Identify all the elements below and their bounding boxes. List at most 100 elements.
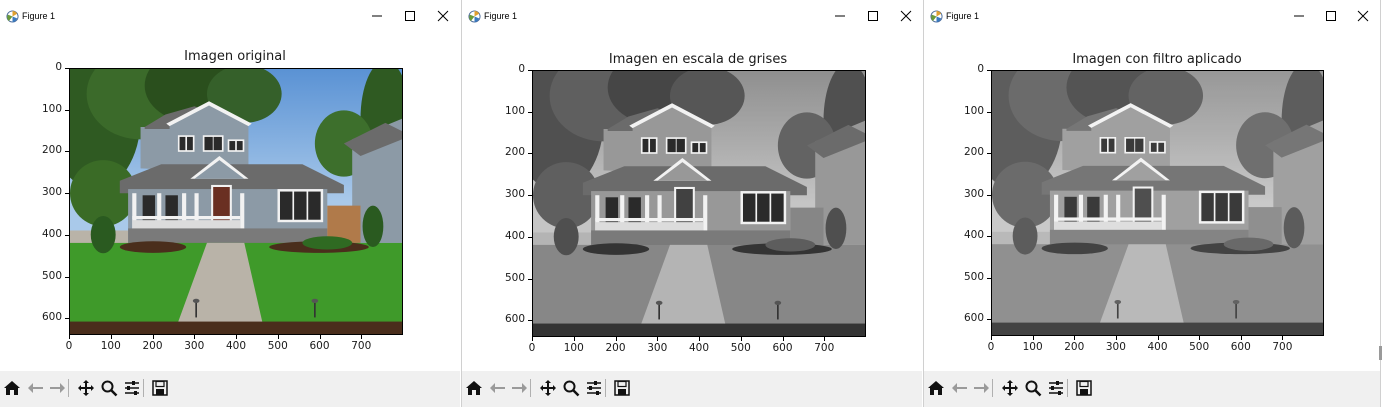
x-tick-label: 600: [309, 340, 330, 352]
zoom-button[interactable]: [560, 377, 582, 399]
close-button[interactable]: [426, 0, 460, 32]
x-tick-mark: [1074, 336, 1076, 340]
y-tick-mark: [987, 153, 991, 155]
zoom-icon: [1025, 380, 1042, 397]
minimize-button[interactable]: [1282, 0, 1316, 32]
navigation-toolbar: [462, 371, 922, 407]
zoom-button[interactable]: [98, 377, 120, 399]
y-tick-mark: [528, 236, 532, 238]
y-tick-label: 600: [963, 312, 984, 325]
x-tick-mark: [1199, 336, 1201, 340]
x-tick-label: 500: [1189, 341, 1210, 353]
pan-button[interactable]: [999, 377, 1021, 399]
maximize-icon: [868, 11, 878, 21]
x-tick-label: 0: [987, 341, 995, 353]
close-button[interactable]: [1346, 0, 1380, 32]
image-axes[interactable]: [991, 70, 1324, 336]
save-icon: [152, 380, 168, 396]
window-title: Figure 1: [946, 11, 980, 21]
x-tick-label: 400: [1147, 341, 1168, 353]
y-tick-label: 0: [55, 61, 62, 73]
x-tick-mark: [615, 337, 617, 341]
subplots-config-button[interactable]: [583, 377, 605, 399]
x-tick-label: 500: [730, 342, 751, 354]
save-button[interactable]: [149, 377, 171, 399]
back-arrow-button[interactable]: [25, 377, 47, 399]
maximize-button[interactable]: [393, 0, 427, 32]
toolbar-separator: [68, 379, 69, 397]
image-axes[interactable]: [532, 70, 866, 337]
x-tick-label: 300: [647, 342, 668, 354]
x-tick-label: 700: [814, 342, 835, 354]
y-tick-label: 400: [41, 227, 62, 240]
x-tick-mark: [69, 335, 70, 339]
x-tick-label: 200: [142, 340, 163, 352]
maximize-icon: [1326, 11, 1336, 21]
y-tick-mark: [65, 151, 69, 153]
forward-arrow-button[interactable]: [508, 377, 530, 399]
save-button[interactable]: [611, 377, 633, 399]
navigation-toolbar: [924, 371, 1380, 407]
x-tick-label: 200: [605, 342, 626, 354]
y-tick-mark: [65, 276, 69, 278]
home-icon: [466, 381, 482, 395]
forward-arrow-button[interactable]: [970, 377, 992, 399]
back-arrow-icon: [952, 383, 967, 393]
y-tick-mark: [528, 111, 532, 113]
home-button[interactable]: [925, 377, 947, 399]
title-bar[interactable]: Figure 1: [924, 0, 1380, 32]
minimize-button[interactable]: [360, 0, 394, 32]
save-button[interactable]: [1073, 377, 1095, 399]
y-tick-label: 600: [41, 311, 62, 324]
home-button[interactable]: [1, 377, 23, 399]
x-tick-mark: [319, 335, 321, 339]
figure-window-2: Figure 1 Imagen en escala de grises 0 100…: [461, 0, 922, 407]
pan-icon: [540, 380, 556, 396]
forward-arrow-icon: [50, 383, 65, 393]
forward-arrow-icon: [512, 383, 527, 393]
back-arrow-button[interactable]: [949, 377, 971, 399]
back-arrow-button[interactable]: [487, 377, 509, 399]
x-tick-label: 600: [1230, 341, 1251, 353]
x-tick-label: 400: [688, 342, 710, 354]
subplots-config-button[interactable]: [121, 377, 143, 399]
x-tick-mark: [1240, 336, 1242, 340]
home-button[interactable]: [463, 377, 485, 399]
y-tick-label: 200: [504, 146, 525, 159]
back-arrow-icon: [490, 383, 505, 393]
y-tick-label: 400: [504, 229, 525, 242]
close-button[interactable]: [889, 0, 923, 32]
minimize-button[interactable]: [823, 0, 857, 32]
pan-button[interactable]: [75, 377, 97, 399]
y-tick-label: 500: [41, 269, 62, 282]
toolbar-separator: [605, 379, 606, 397]
subplots-config-button[interactable]: [1045, 377, 1067, 399]
y-tick-mark: [65, 109, 69, 111]
pan-icon: [78, 380, 94, 396]
window-edge-scrollbar[interactable]: [1379, 346, 1382, 360]
maximize-button[interactable]: [856, 0, 890, 32]
title-bar[interactable]: Figure 1: [0, 0, 460, 32]
y-tick-mark: [65, 193, 69, 195]
y-tick-label: 600: [504, 313, 525, 326]
back-arrow-icon: [28, 383, 43, 393]
subplots-config-icon: [1049, 381, 1063, 395]
forward-arrow-button[interactable]: [46, 377, 68, 399]
x-tick-label: 600: [772, 342, 793, 354]
x-tick-mark: [277, 335, 279, 339]
image-axes[interactable]: [69, 68, 403, 335]
x-tick-label: 0: [65, 340, 73, 352]
x-tick-label: 200: [1064, 341, 1085, 353]
maximize-button[interactable]: [1314, 0, 1348, 32]
y-tick-label: 300: [504, 188, 525, 201]
y-tick-label: 100: [504, 104, 525, 117]
pan-button[interactable]: [537, 377, 559, 399]
y-tick-mark: [987, 111, 991, 113]
zoom-button[interactable]: [1022, 377, 1044, 399]
x-tick-label: 400: [225, 340, 247, 352]
title-bar[interactable]: Figure 1: [462, 0, 922, 32]
plot-title: Imagen original: [184, 49, 286, 64]
house-image-filtered: [992, 71, 1323, 335]
x-tick-label: 0: [528, 342, 536, 354]
y-tick-mark: [528, 278, 532, 280]
